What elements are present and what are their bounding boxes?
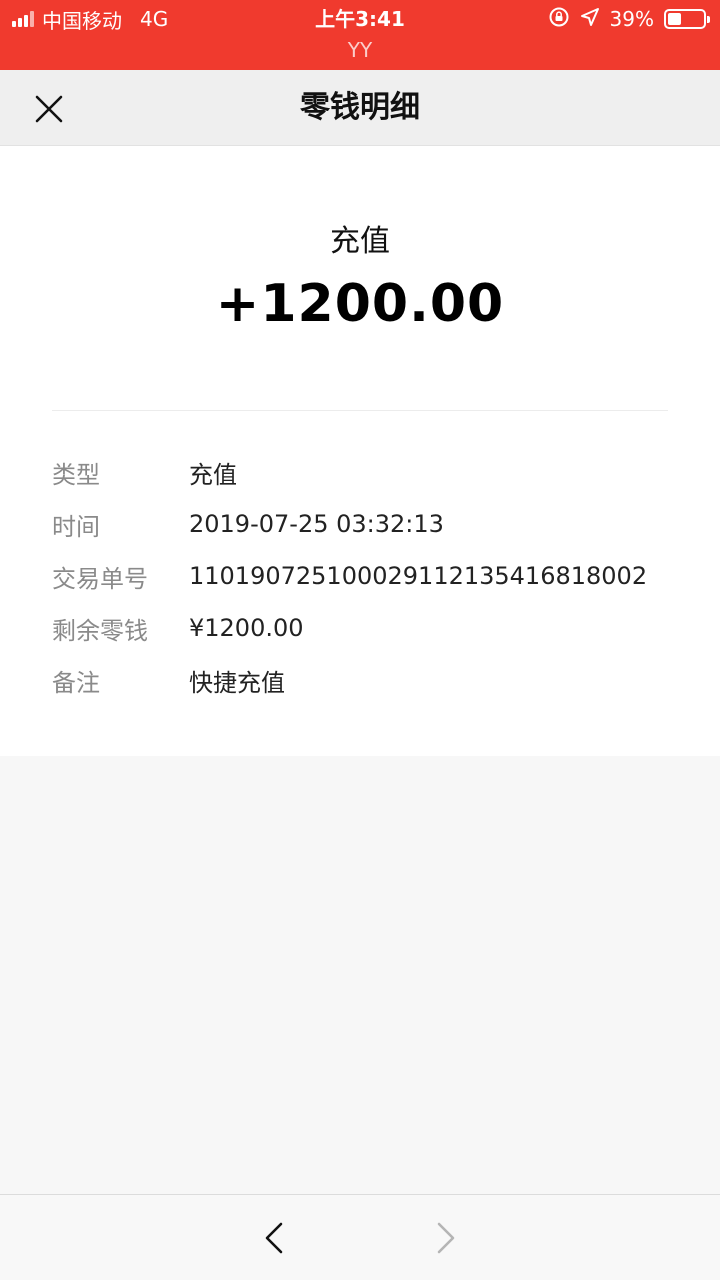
orientation-lock-icon bbox=[548, 6, 570, 33]
detail-list: 类型 充值 时间 2019-07-25 03:32:13 交易单号 110190… bbox=[52, 446, 692, 706]
status-subtitle: YY bbox=[347, 38, 373, 62]
divider bbox=[52, 410, 668, 411]
close-button[interactable] bbox=[24, 84, 74, 134]
page-title: 零钱明细 bbox=[300, 90, 420, 125]
transaction-amount: +1200.00 bbox=[215, 274, 505, 334]
detail-row-order-no: 交易单号 110190725100029112135416818002 bbox=[52, 550, 692, 602]
detail-value: 110190725100029112135416818002 bbox=[189, 562, 648, 590]
chevron-left-icon bbox=[265, 1222, 283, 1254]
transaction-detail-card: 充值 +1200.00 类型 充值 时间 2019-07-25 03:32:13… bbox=[0, 146, 720, 756]
detail-key: 时间 bbox=[52, 512, 100, 541]
close-icon bbox=[35, 95, 63, 123]
detail-row-remark: 备注 快捷充值 bbox=[52, 654, 692, 706]
detail-key: 备注 bbox=[52, 668, 100, 697]
detail-key: 剩余零钱 bbox=[52, 616, 148, 645]
detail-value: 快捷充值 bbox=[189, 668, 285, 697]
detail-row-balance: 剩余零钱 ¥1200.00 bbox=[52, 602, 692, 654]
detail-row-type: 类型 充值 bbox=[52, 446, 692, 498]
bottom-toolbar bbox=[0, 1194, 720, 1280]
chevron-right-icon bbox=[437, 1222, 455, 1254]
detail-value: ¥1200.00 bbox=[189, 614, 304, 642]
battery-icon bbox=[664, 9, 710, 29]
detail-key: 交易单号 bbox=[52, 564, 148, 593]
battery-percent: 39% bbox=[609, 7, 654, 31]
location-icon bbox=[580, 7, 600, 32]
detail-value: 2019-07-25 03:32:13 bbox=[189, 510, 444, 538]
detail-key: 类型 bbox=[52, 460, 100, 489]
detail-row-time: 时间 2019-07-25 03:32:13 bbox=[52, 498, 692, 550]
nav-bar: 零钱明细 bbox=[0, 70, 720, 146]
forward-button[interactable] bbox=[426, 1213, 466, 1263]
status-right: 39% bbox=[548, 6, 710, 33]
transaction-type-title: 充值 bbox=[330, 224, 390, 259]
detail-value: 充值 bbox=[189, 460, 237, 489]
battery-fill bbox=[668, 13, 682, 25]
status-bar: 中国移动 4G 上午3:41 YY 39% bbox=[0, 0, 720, 70]
back-button[interactable] bbox=[254, 1213, 294, 1263]
